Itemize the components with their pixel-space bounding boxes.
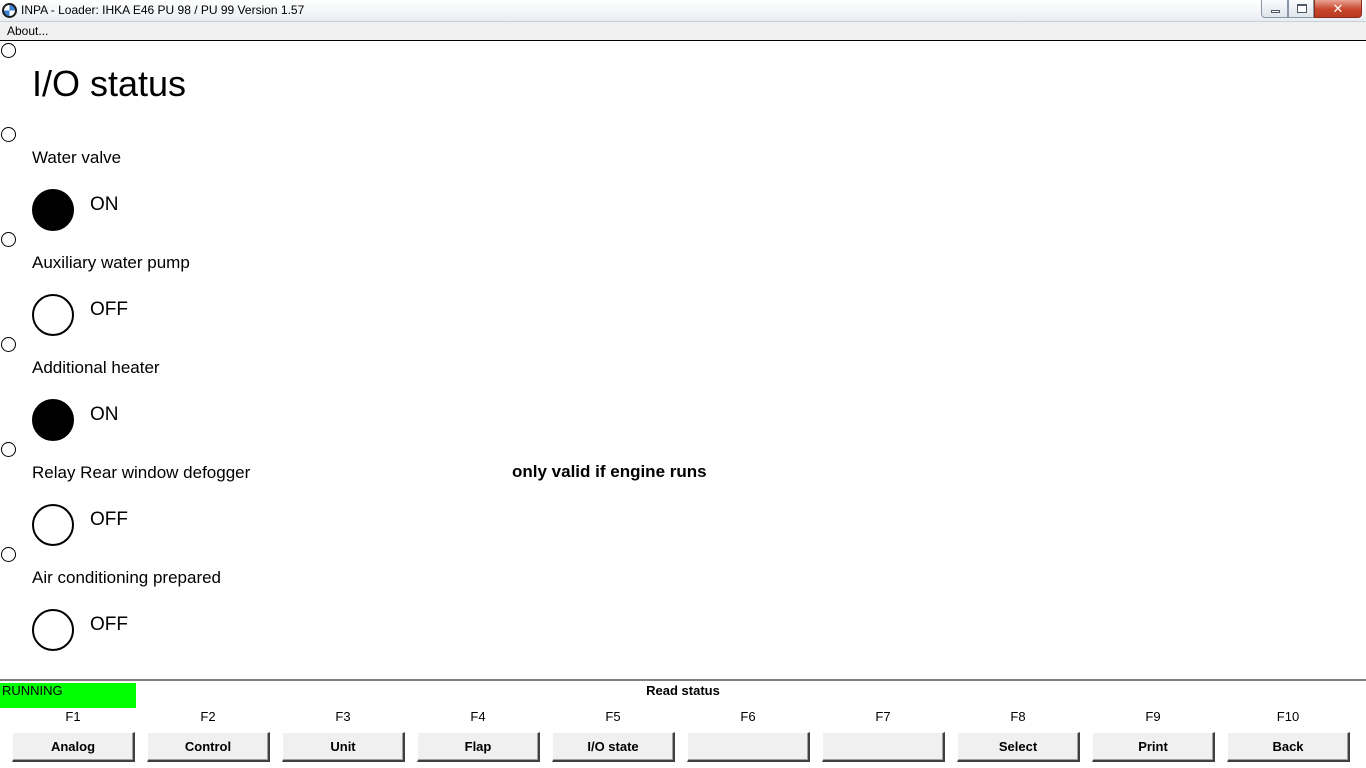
status-lamp-icon <box>32 609 74 651</box>
fkey-label-f6: F6 <box>740 709 756 724</box>
engine-note: only valid if engine runs <box>512 462 707 481</box>
maximize-button[interactable] <box>1288 0 1314 18</box>
menu-about[interactable]: About... <box>7 24 48 38</box>
io-state-water-valve: ON <box>90 194 119 215</box>
unit-button[interactable]: Unit <box>282 732 405 762</box>
row-marker-icon <box>1 442 16 457</box>
io-state-ac-prepared: OFF <box>90 614 128 635</box>
back-button[interactable]: Back <box>1227 732 1350 762</box>
io-label-water-valve: Water valve <box>32 148 122 167</box>
row-marker-icon <box>1 232 16 247</box>
function-key-panel: RUNNING Read status F1 F2 F3 F4 F5 F6 F7… <box>0 679 1366 768</box>
fkey-label-f7: F7 <box>875 709 891 724</box>
io-status-panel: I/O status Water valve ON Auxiliary wate… <box>0 42 1366 679</box>
io-label-additional-heater: Additional heater <box>32 358 160 377</box>
fkey-label-f8: F8 <box>1010 709 1026 724</box>
row-marker-icon <box>1 43 16 58</box>
fkey-label-f10: F10 <box>1276 709 1300 724</box>
fkey-label-f3: F3 <box>335 709 351 724</box>
io-state-aux-water-pump: OFF <box>90 299 128 320</box>
minimize-button[interactable] <box>1261 0 1288 18</box>
print-button[interactable]: Print <box>1092 732 1215 762</box>
control-button[interactable]: Control <box>147 732 270 762</box>
status-lamp-icon <box>32 399 74 441</box>
f7-button[interactable] <box>822 732 945 762</box>
io-label-rear-defogger: Relay Rear window defogger <box>32 463 251 482</box>
status-lamp-icon <box>32 294 74 336</box>
close-icon: ✕ <box>1332 1 1344 16</box>
fkey-label-f1: F1 <box>65 709 81 724</box>
fkey-label-f9: F9 <box>1145 709 1161 724</box>
row-marker-icon <box>1 547 16 562</box>
menu-bar: About... <box>0 22 1366 41</box>
fkey-label-f4: F4 <box>470 709 486 724</box>
status-lamp-icon <box>32 504 74 546</box>
page-title: I/O status <box>32 63 187 104</box>
minimize-icon <box>1271 10 1280 13</box>
io-state-button[interactable]: I/O state <box>552 732 675 762</box>
fkey-label-f2: F2 <box>200 709 216 724</box>
title-bar[interactable]: INPA - Loader: IHKA E46 PU 98 / PU 99 Ve… <box>0 0 1366 22</box>
mode-label: Read status <box>646 683 720 698</box>
row-marker-icon <box>1 337 16 352</box>
analog-button[interactable]: Analog <box>12 732 135 762</box>
window-title: INPA - Loader: IHKA E46 PU 98 / PU 99 Ve… <box>21 3 305 17</box>
bmw-logo-icon <box>2 3 17 18</box>
f6-button[interactable] <box>687 732 810 762</box>
io-label-aux-water-pump: Auxiliary water pump <box>32 253 190 272</box>
maximize-icon <box>1297 4 1307 13</box>
io-state-additional-heater: ON <box>90 404 119 425</box>
status-lamp-icon <box>32 189 74 231</box>
close-button[interactable]: ✕ <box>1314 0 1362 18</box>
select-button[interactable]: Select <box>957 732 1080 762</box>
row-marker-icon <box>1 127 16 142</box>
flap-button[interactable]: Flap <box>417 732 540 762</box>
io-label-ac-prepared: Air conditioning prepared <box>32 568 222 587</box>
io-state-rear-defogger: OFF <box>90 509 128 530</box>
fkey-label-f5: F5 <box>605 709 621 724</box>
